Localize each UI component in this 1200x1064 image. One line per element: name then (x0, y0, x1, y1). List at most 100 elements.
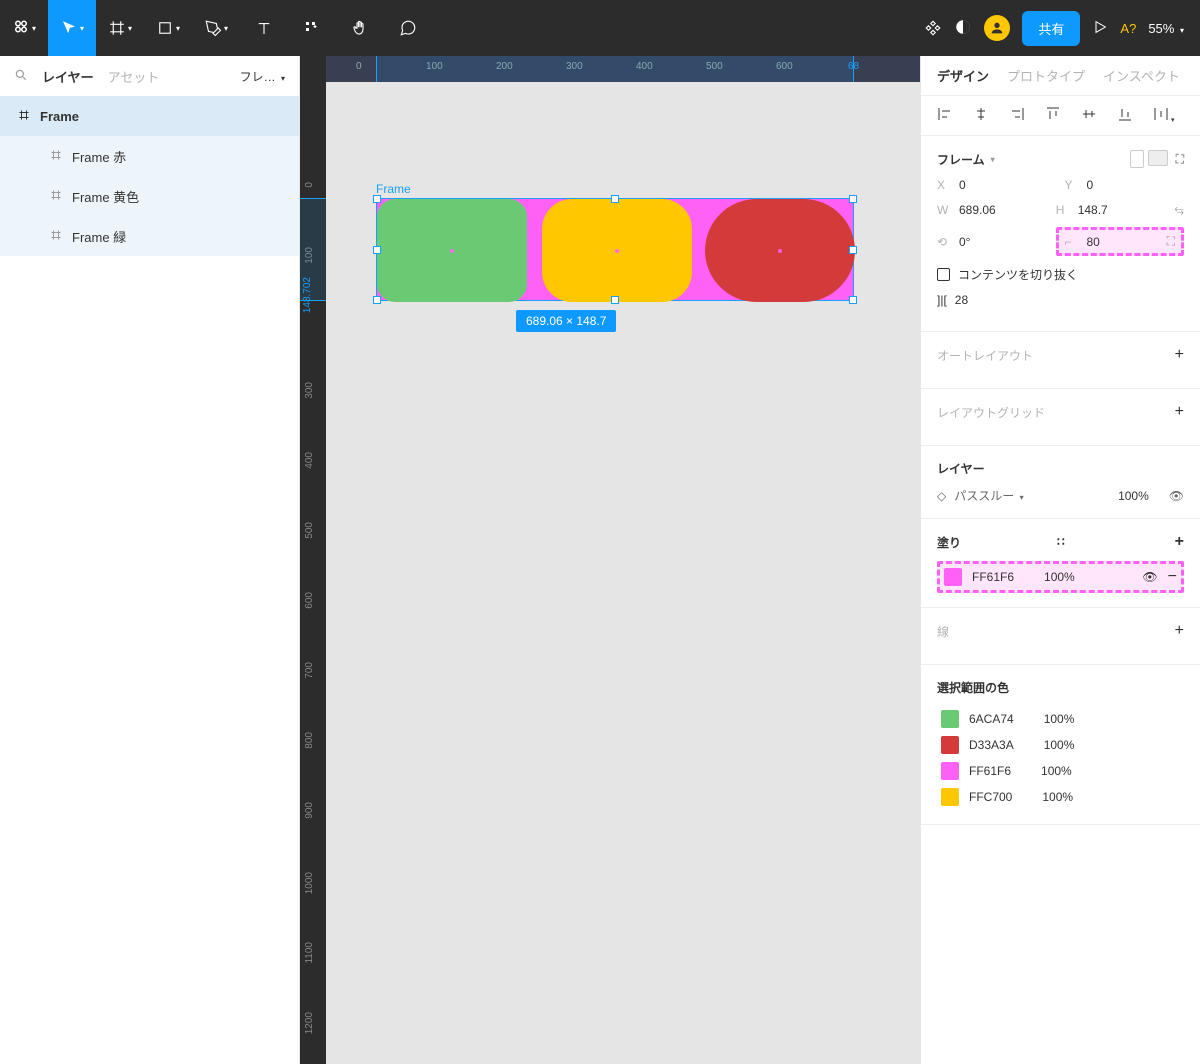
align-top-icon[interactable] (1045, 106, 1061, 125)
layer-row-child[interactable]: Frame 黄色 (0, 176, 299, 216)
frame-tool-button[interactable]: ▾ (96, 0, 144, 56)
blend-mode-dropdown[interactable]: パススルー ▾ (954, 487, 1023, 504)
shape-tool-button[interactable]: ▾ (144, 0, 192, 56)
shape-red[interactable] (705, 199, 855, 302)
frame-icon (50, 149, 62, 164)
resize-handle[interactable] (611, 296, 619, 304)
assets-tab[interactable]: アセット (108, 67, 160, 86)
corner-radius-icon: ⌐ (1065, 235, 1079, 249)
rotation-input[interactable]: 0° (959, 235, 970, 249)
align-right-icon[interactable] (1009, 106, 1025, 125)
layers-panel: レイヤー アセット フレ… ▾ Frame Frame 赤 Frame 黄色 (0, 56, 300, 1064)
independent-corners-icon[interactable]: ⛶ (1167, 234, 1175, 249)
top-toolbar: ▾ ▾ ▾ ▾ ▾ (0, 0, 1200, 56)
resize-handle[interactable] (373, 246, 381, 254)
layer-label: Frame 黄色 (72, 187, 139, 206)
align-center-v-icon[interactable] (1081, 106, 1097, 125)
layer-row-child[interactable]: Frame 赤 (0, 136, 299, 176)
resources-button[interactable] (288, 0, 336, 56)
resize-handle[interactable] (849, 195, 857, 203)
share-button[interactable]: 共有 (1022, 11, 1080, 46)
auto-layout-section: オートレイアウト+ (921, 332, 1200, 389)
align-left-icon[interactable] (937, 106, 953, 125)
search-icon[interactable] (14, 68, 28, 85)
dimensions-badge: 689.06 × 148.7 (516, 310, 616, 332)
layer-blend-section: レイヤー ◇ パススルー ▾ 100% 👁 (921, 446, 1200, 519)
resize-handle[interactable] (849, 296, 857, 304)
constrain-icon[interactable]: ⥃ (1174, 202, 1184, 217)
resize-handle[interactable] (373, 296, 381, 304)
user-avatar[interactable] (984, 15, 1010, 41)
clip-content-checkbox[interactable] (937, 268, 950, 281)
fill-styles-icon[interactable]: ∷ (1057, 535, 1067, 549)
selection-color-row[interactable]: 6ACA74 100% (937, 706, 1184, 732)
h-input[interactable]: 148.7 (1078, 203, 1108, 217)
frame-icon (18, 109, 30, 124)
figma-menu-button[interactable]: ▾ (0, 0, 48, 56)
move-tool-button[interactable]: ▾ (48, 0, 96, 56)
align-center-h-icon[interactable] (973, 106, 989, 125)
resize-handle[interactable] (611, 195, 619, 203)
canvas[interactable]: Frame 689.06 × 148.7 (326, 82, 920, 1064)
selected-frame[interactable] (376, 198, 854, 301)
y-input[interactable]: 0 (1087, 178, 1094, 192)
design-panel: デザイン プロトタイプ インスペクト ▾ フレーム ▾ ⛶ (920, 56, 1200, 1064)
layer-label: Frame (40, 109, 79, 124)
color-swatch[interactable] (941, 762, 959, 780)
fill-hex-input[interactable]: FF61F6 (972, 570, 1014, 584)
add-fill-button[interactable]: + (1175, 533, 1184, 551)
layer-row-child[interactable]: Frame 緑 (0, 216, 299, 256)
frame-label[interactable]: Frame (376, 182, 411, 196)
resize-handle[interactable] (849, 246, 857, 254)
fill-opacity-input[interactable]: 100% (1044, 570, 1075, 584)
ruler-corner (300, 56, 326, 82)
shape-green[interactable] (377, 199, 527, 302)
page-selector[interactable]: フレ… ▾ (240, 68, 285, 85)
add-auto-layout-button[interactable]: + (1175, 346, 1184, 364)
plugins-icon[interactable] (924, 0, 942, 56)
layer-row-frame[interactable]: Frame (0, 96, 299, 136)
ruler-selection-h (376, 56, 854, 82)
stroke-section: 線+ (921, 608, 1200, 665)
opacity-input[interactable]: 100% (1118, 489, 1149, 503)
remove-fill-button[interactable]: − (1168, 568, 1177, 586)
hand-tool-button[interactable] (336, 0, 384, 56)
landscape-button[interactable] (1148, 150, 1168, 166)
layers-tab[interactable]: レイヤー (42, 67, 94, 86)
add-layout-grid-button[interactable]: + (1175, 403, 1184, 421)
color-swatch[interactable] (941, 736, 959, 754)
tab-prototype[interactable]: プロトタイプ (1007, 66, 1085, 85)
fill-swatch[interactable] (944, 568, 962, 586)
color-swatch[interactable] (941, 788, 959, 806)
frame-icon (50, 189, 62, 204)
x-input[interactable]: 0 (959, 178, 966, 192)
selection-color-row[interactable]: FFC700 100% (937, 784, 1184, 810)
horizontal-ruler: 0 100 200 300 400 500 600 68 (326, 56, 920, 82)
resize-to-fit-icon[interactable]: ⛶ (1176, 152, 1184, 167)
radius-input[interactable]: 80 (1087, 235, 1100, 249)
zoom-dropdown[interactable]: 55% ▾ (1148, 21, 1184, 36)
tab-design[interactable]: デザイン (937, 66, 989, 85)
selection-color-row[interactable]: FF61F6 100% (937, 758, 1184, 784)
layer-label: Frame 赤 (72, 147, 126, 166)
color-swatch[interactable] (941, 710, 959, 728)
tab-inspect[interactable]: インスペクト (1103, 66, 1180, 85)
distribute-icon[interactable]: ▾ (1153, 106, 1175, 125)
resize-handle[interactable] (373, 195, 381, 203)
text-tool-button[interactable] (240, 0, 288, 56)
add-stroke-button[interactable]: + (1175, 622, 1184, 640)
present-button[interactable] (1092, 19, 1108, 38)
contrast-icon[interactable] (954, 18, 972, 39)
visibility-icon[interactable]: 👁 (1169, 489, 1184, 503)
shape-yellow[interactable] (542, 199, 692, 302)
missing-fonts-button[interactable]: A? (1120, 21, 1136, 36)
w-input[interactable]: 689.06 (959, 203, 996, 217)
selection-color-row[interactable]: D33A3A 100% (937, 732, 1184, 758)
gap-input[interactable]: 28 (955, 293, 968, 307)
pen-tool-button[interactable]: ▾ (192, 0, 240, 56)
comment-tool-button[interactable] (384, 0, 432, 56)
fill-visibility-icon[interactable]: 👁 (1142, 570, 1157, 584)
blend-drop-icon: ◇ (937, 489, 946, 503)
portrait-button[interactable] (1130, 150, 1144, 168)
align-bottom-icon[interactable] (1117, 106, 1133, 125)
